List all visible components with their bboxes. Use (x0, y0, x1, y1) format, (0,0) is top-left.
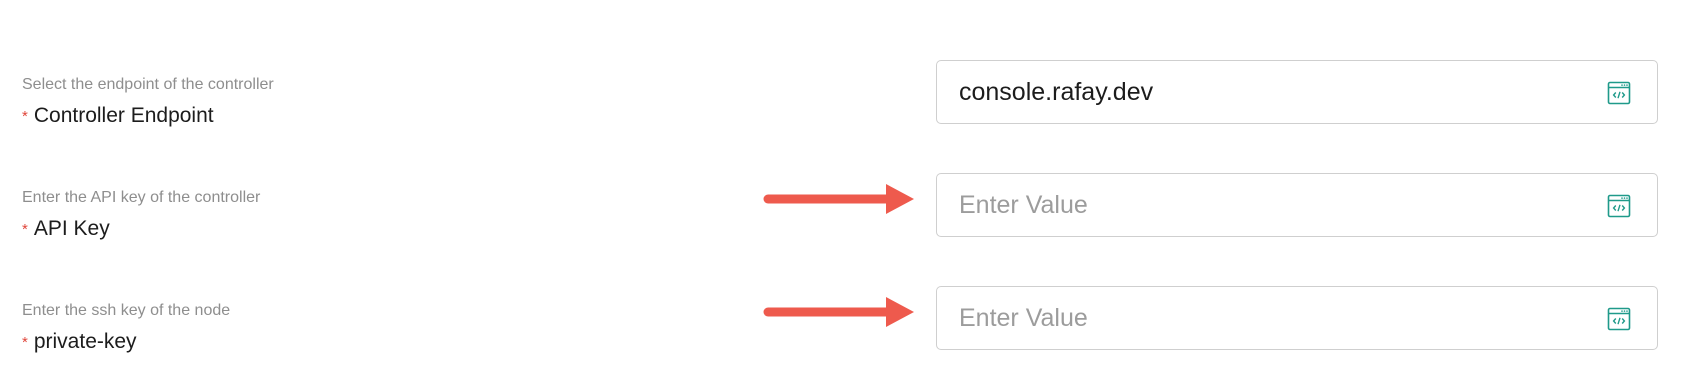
private-key-field[interactable] (936, 286, 1658, 350)
field-label: private-key (33, 330, 137, 353)
required-marker: * (22, 334, 28, 351)
field-label: API Key (33, 217, 110, 240)
field-label: Controller Endpoint (33, 104, 214, 127)
api-key-input[interactable] (959, 174, 1559, 236)
private-key-input[interactable] (959, 287, 1559, 349)
annotation-arrow-icon (763, 184, 914, 214)
field-label-block: Enter the ssh key of the node * private-k… (22, 302, 230, 355)
field-hint: Enter the ssh key of the node (22, 302, 231, 319)
field-row-controller-endpoint: Select the endpoint of the controller * C… (0, 58, 1684, 158)
code-window-icon[interactable] (1607, 194, 1631, 218)
required-marker: * (22, 108, 28, 125)
field-label-line: * private-key (22, 331, 230, 355)
field-row-private-key: Enter the ssh key of the node * private-k… (0, 284, 1684, 384)
controller-endpoint-input[interactable] (959, 61, 1559, 123)
field-label-block: Select the endpoint of the controller * C… (22, 76, 274, 129)
api-key-field[interactable] (936, 173, 1658, 237)
field-row-api-key: Enter the API key of the controller * API… (0, 171, 1684, 271)
field-hint: Select the endpoint of the controller (22, 76, 274, 93)
controller-endpoint-field[interactable] (936, 60, 1658, 124)
field-label-line: * API Key (22, 218, 260, 242)
field-label-block: Enter the API key of the controller * API… (22, 189, 260, 242)
annotation-arrow-icon (763, 297, 914, 327)
code-window-icon[interactable] (1607, 81, 1631, 105)
code-window-icon[interactable] (1607, 307, 1631, 331)
field-hint: Enter the API key of the controller (22, 189, 261, 206)
required-marker: * (22, 221, 28, 238)
field-label-line: * Controller Endpoint (22, 105, 274, 129)
form: Select the endpoint of the controller * C… (0, 0, 1684, 384)
